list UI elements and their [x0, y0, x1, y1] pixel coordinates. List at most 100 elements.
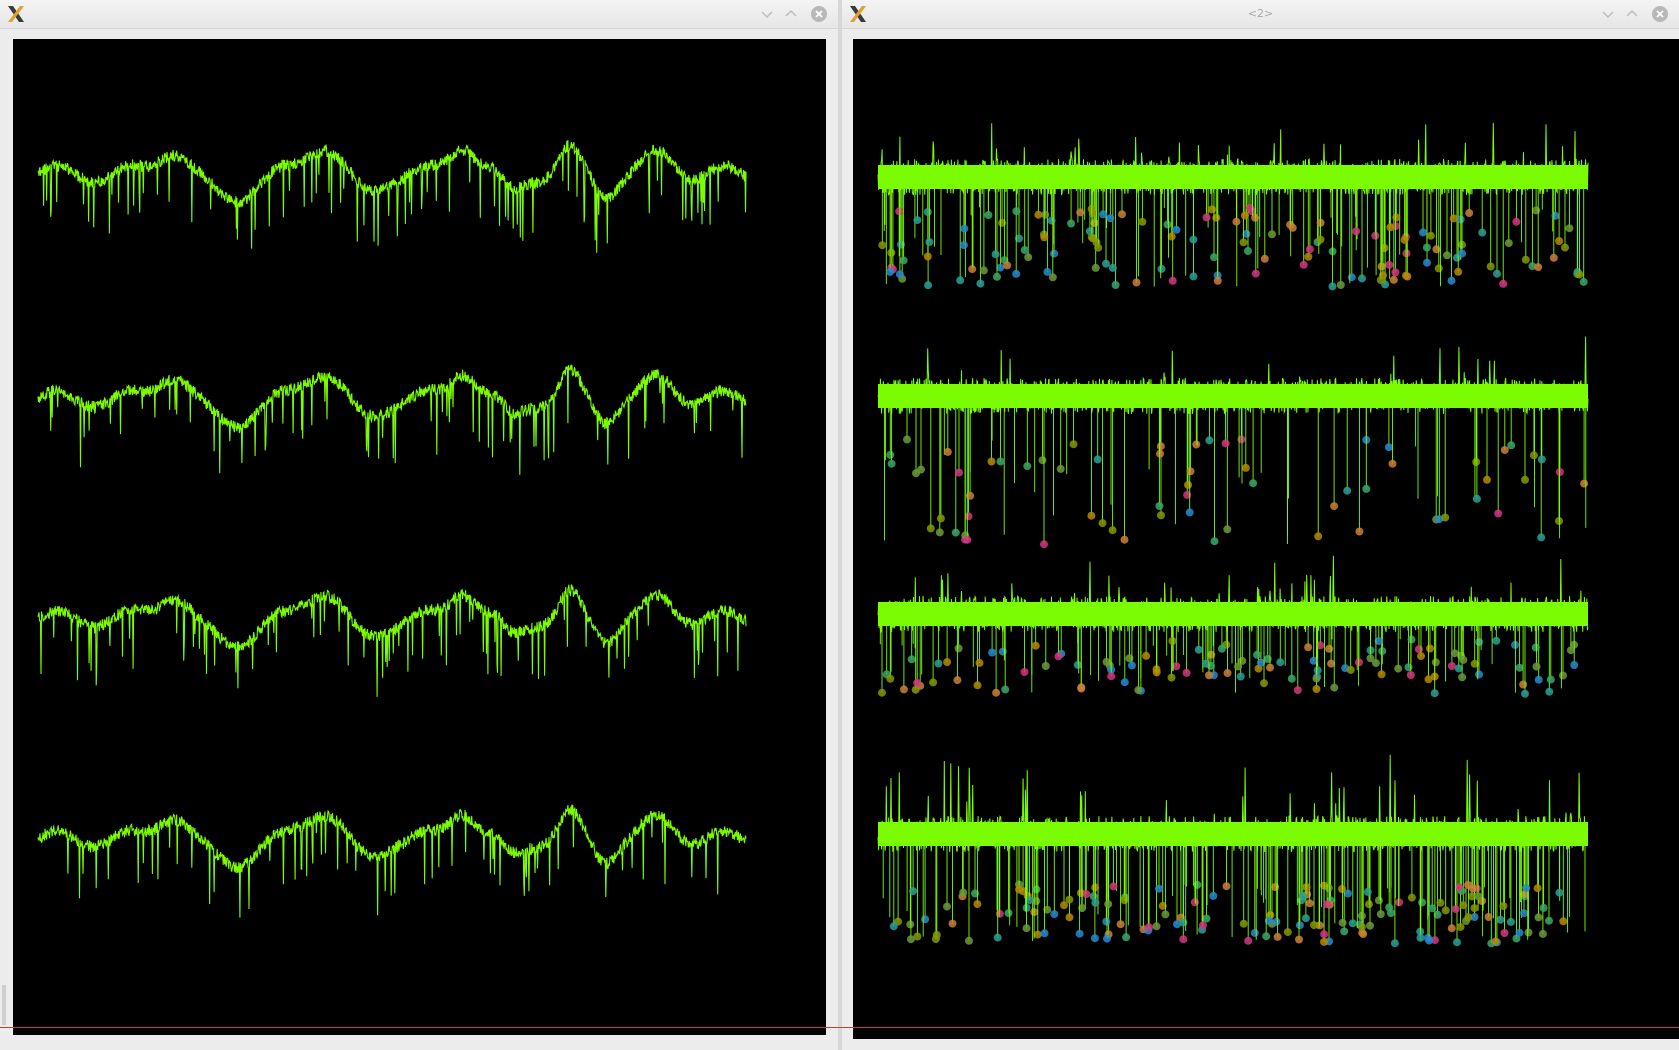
- spike-train-3: [877, 555, 1589, 698]
- spike-marker: [1003, 261, 1012, 270]
- spike-marker: [1336, 281, 1345, 289]
- spike-marker: [1050, 249, 1059, 258]
- spike-marker: [895, 207, 904, 216]
- close-circle-icon[interactable]: [810, 5, 828, 23]
- spike-marker: [929, 678, 938, 687]
- spike-marker: [1132, 278, 1141, 287]
- spike-marker: [1090, 934, 1099, 943]
- spike-marker: [1260, 679, 1268, 688]
- spike-marker: [1145, 923, 1154, 932]
- right-plot-canvas[interactable]: [853, 39, 1679, 1039]
- spike-marker: [1241, 463, 1250, 472]
- spike-marker: [1288, 223, 1297, 232]
- chevron-up-icon[interactable]: [782, 5, 800, 23]
- spike-marker: [1168, 637, 1177, 645]
- spike-marker: [1378, 647, 1387, 656]
- spike-marker: [1287, 674, 1296, 683]
- left-plot-canvas[interactable]: [13, 39, 826, 1035]
- spike-marker: [1472, 494, 1481, 503]
- spike-marker: [1441, 906, 1450, 915]
- spike-marker: [1087, 511, 1096, 520]
- spike-marker: [1454, 267, 1463, 276]
- spike-marker: [1534, 675, 1543, 684]
- spike-marker: [1355, 527, 1364, 536]
- spike-marker: [976, 279, 985, 288]
- spike-marker: [1189, 272, 1198, 281]
- spike-marker: [1155, 884, 1163, 893]
- spike-marker: [1453, 938, 1461, 947]
- spike-marker: [1020, 246, 1029, 254]
- close-circle-icon[interactable]: [1651, 5, 1669, 23]
- spike-marker: [1389, 275, 1398, 284]
- spike-marker: [1404, 663, 1413, 672]
- right-titlebar[interactable]: <2>: [842, 0, 1679, 29]
- spike-marker: [1565, 224, 1574, 233]
- spike-marker: [1040, 233, 1049, 242]
- spike-marker: [956, 276, 965, 285]
- spike-marker: [1152, 922, 1161, 931]
- spike-marker: [1529, 451, 1538, 460]
- waveform-trace-2: [37, 363, 747, 475]
- spike-marker: [1416, 933, 1425, 942]
- spike-marker: [1320, 930, 1329, 939]
- spike-marker: [913, 678, 922, 687]
- spike-marker: [1076, 208, 1085, 217]
- spike-marker: [895, 270, 904, 279]
- chevron-down-icon[interactable]: [1599, 5, 1617, 23]
- spike-marker: [878, 688, 886, 697]
- spike-marker: [1094, 243, 1103, 252]
- spike-marker: [1234, 662, 1243, 671]
- spike-marker: [1419, 228, 1427, 237]
- spike-marker: [1377, 262, 1386, 271]
- spike-marker: [1185, 508, 1194, 517]
- spike-marker: [1244, 247, 1252, 255]
- spike-marker: [1067, 219, 1076, 228]
- spike-marker: [998, 218, 1007, 227]
- spike-marker: [1426, 644, 1434, 653]
- spike-marker: [1545, 916, 1553, 925]
- spike-marker: [995, 909, 1004, 918]
- spike-marker: [1212, 213, 1221, 222]
- spike-marker: [1486, 262, 1495, 271]
- spike-marker: [1073, 660, 1082, 669]
- spike-marker: [1033, 930, 1042, 939]
- spike-marker: [1459, 655, 1468, 664]
- scrollbar-thumb[interactable]: [2, 985, 6, 1025]
- spike-marker: [1384, 443, 1393, 452]
- spike-marker: [1031, 641, 1040, 650]
- spike-marker: [1236, 672, 1245, 681]
- spike-marker: [1430, 689, 1439, 698]
- spike-marker: [925, 238, 934, 246]
- spike-marker: [1580, 479, 1589, 488]
- spike-marker: [1168, 276, 1177, 285]
- spike-marker: [960, 224, 969, 233]
- spike-marker: [1189, 235, 1198, 244]
- spike-marker: [1338, 885, 1346, 893]
- spike-marker: [886, 450, 895, 459]
- spike-marker: [1422, 243, 1431, 252]
- spike-marker: [1091, 898, 1100, 907]
- chevron-down-icon[interactable]: [758, 5, 776, 23]
- spike-marker: [1325, 644, 1334, 653]
- spike-marker: [996, 457, 1005, 466]
- spike-marker: [943, 447, 952, 456]
- spike-marker: [1406, 671, 1415, 679]
- spike-marker: [963, 535, 972, 544]
- spike-marker: [1142, 651, 1151, 660]
- spike-marker: [1118, 210, 1126, 219]
- spike-marker: [887, 459, 896, 468]
- left-titlebar[interactable]: [0, 0, 838, 29]
- chevron-up-icon[interactable]: [1623, 5, 1641, 23]
- spike-marker: [1157, 264, 1166, 273]
- spike-marker: [1366, 921, 1374, 930]
- spike-marker: [1376, 276, 1385, 285]
- spike-marker: [1402, 271, 1410, 280]
- spike-marker: [1251, 269, 1260, 278]
- spike-marker: [887, 248, 896, 257]
- spike-marker: [1108, 263, 1117, 272]
- spike-marker: [1414, 645, 1423, 654]
- spike-marker: [917, 465, 925, 474]
- spike-marker: [1358, 274, 1366, 283]
- spike-marker: [1551, 211, 1560, 220]
- spike-marker: [1262, 932, 1271, 941]
